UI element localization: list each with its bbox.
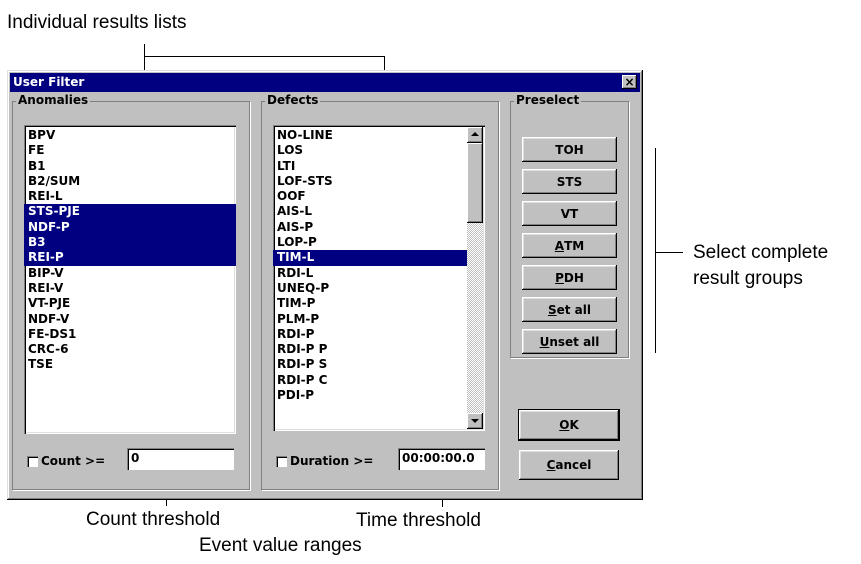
sts-label: STS [556,174,583,189]
list-item[interactable]: VT-PJE [24,296,236,311]
callout-individual-results-lists: Individual results lists [7,12,187,33]
preselect-legend: Preselect [514,93,582,107]
list-item[interactable]: RDI-P P [273,342,467,357]
cancel-button[interactable]: Cancel [519,450,619,480]
defects-scrollbar[interactable] [467,127,483,429]
anomalies-legend: Anomalies [16,93,91,107]
list-item[interactable]: TIM-P [273,296,467,311]
list-item[interactable]: LTI [273,159,467,174]
list-item[interactable]: STS-PJE [24,204,236,220]
list-item[interactable]: NO-LINE [273,128,467,143]
anomalies-listbox[interactable]: BPV FE B1 B2/SUM REI-L STS-PJE NDF-P B3 REI-P BIP… [24,125,236,434]
list-item[interactable]: PDI-P [273,388,467,403]
pdh-label: DH [563,270,584,285]
title-bar: User Filter × [10,73,640,92]
list-item[interactable]: NDF-V [24,312,236,327]
user-filter-dialog: User Filter × Anomalies BPV FE B1 B2/SUM REI… [7,70,643,500]
scroll-down-button[interactable] [467,413,483,429]
list-item[interactable]: OOF [273,189,467,204]
callout-select-complete: Select complete [693,242,829,263]
list-item[interactable]: CRC-6 [24,342,236,357]
list-item[interactable]: BIP-V [24,266,236,281]
vt-label: VT [560,206,579,221]
atm-label: TM [564,238,585,253]
anomalies-group: Anomalies BPV FE B1 B2/SUM REI-L STS-PJE NDF-P… [12,93,250,490]
duration-input[interactable]: 00:00:00.0 [398,448,485,470]
arrow-down-icon [471,419,479,423]
count-label: Count >= [41,454,106,468]
toh-button[interactable]: TOH [522,137,617,162]
unset-all-label: nset all [549,334,600,349]
defects-list-items: NO-LINE LOS LTI LOF-STS OOF AIS-L AIS-P LOP-P TI… [273,128,467,403]
close-button[interactable]: × [622,75,637,89]
list-item[interactable]: RDI-L [273,266,467,281]
scroll-up-button[interactable] [467,127,483,143]
list-item[interactable]: RDI-P S [273,357,467,372]
list-item[interactable]: PLM-P [273,312,467,327]
leader-line [655,252,683,253]
callout-result-groups: result groups [693,268,803,289]
list-item[interactable]: REI-P [24,250,236,266]
unset-all-mnemonic: U [539,334,550,349]
defects-listbox[interactable]: NO-LINE LOS LTI LOF-STS OOF AIS-L AIS-P LOP-P TI… [273,125,485,431]
list-item[interactable]: NDF-P [24,219,236,236]
set-all-label: et all [556,302,592,317]
count-input[interactable]: 0 [127,448,234,470]
list-item[interactable]: B1 [24,159,236,174]
duration-label: Duration >= [290,454,374,468]
preselect-group: Preselect TOH STS VT A TM P DH Set all Uns… [510,93,629,358]
pdh-button[interactable]: P DH [522,265,617,290]
count-checkbox[interactable] [27,456,38,467]
callout-count-threshold: Count threshold [86,509,221,530]
list-item[interactable]: RDI-P [273,327,467,342]
defects-legend: Defects [265,93,321,107]
cancel-mnemonic: C [546,458,556,472]
callout-event-value-ranges: Event value ranges [199,535,362,556]
list-item[interactable]: UNEQ-P [273,281,467,296]
list-item[interactable]: B3 [24,235,236,251]
list-item[interactable]: FE-DS1 [24,327,236,342]
list-item[interactable]: BPV [24,128,236,143]
atm-mnemonic: A [554,238,565,253]
toh-label: TOH [555,142,584,157]
list-item[interactable]: RDI-P C [273,373,467,388]
list-item[interactable]: FE [24,143,236,158]
dialog-title: User Filter [13,75,85,89]
list-item[interactable]: TIM-L [273,250,467,266]
sts-button[interactable]: STS [522,169,617,194]
set-all-button[interactable]: Set all [522,297,617,322]
ok-label: K [569,418,579,432]
scroll-thumb[interactable] [467,143,483,223]
set-all-mnemonic: S [547,302,557,317]
list-item[interactable]: B2/SUM [24,174,236,189]
list-item[interactable]: TSE [24,357,236,372]
unset-all-button[interactable]: Unset all [522,329,617,354]
list-item[interactable]: REI-V [24,281,236,296]
defects-group: Defects NO-LINE LOS LTI LOF-STS OOF AIS-L AIS-… [261,93,499,490]
arrow-up-icon [471,132,479,136]
callout-time-threshold: Time threshold [356,510,481,531]
vt-button[interactable]: VT [522,201,617,226]
list-item[interactable]: AIS-P [273,220,467,235]
ok-mnemonic: O [559,418,570,432]
list-item[interactable]: AIS-L [273,204,467,219]
duration-checkbox[interactable] [276,456,287,467]
leader-line [144,56,384,57]
cancel-label: ancel [555,458,592,472]
list-item[interactable]: LOF-STS [273,174,467,189]
list-item[interactable]: REI-L [24,189,236,204]
list-item[interactable]: LOP-P [273,235,467,250]
ok-button[interactable]: OK [518,409,620,441]
close-icon: × [624,75,635,89]
pdh-mnemonic: P [555,270,564,285]
atm-button[interactable]: A TM [522,233,617,258]
leader-line [655,148,656,353]
list-item[interactable]: LOS [273,143,467,158]
